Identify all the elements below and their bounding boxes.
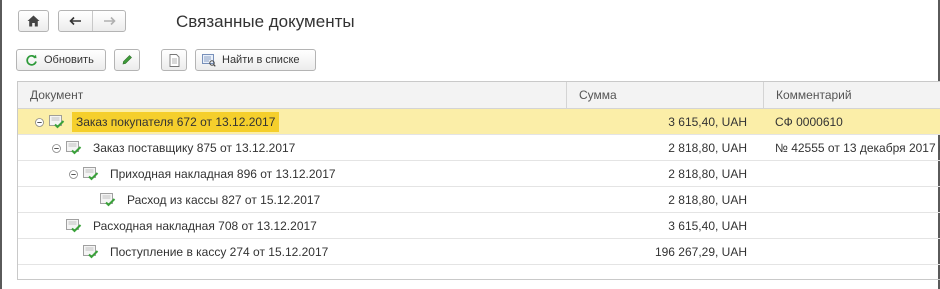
collapse-icon[interactable] bbox=[68, 169, 78, 179]
document-cell: Поступление в кассу 274 от 15.12.2017 bbox=[18, 239, 566, 264]
document-cell: Приходная накладная 896 от 13.12.2017 bbox=[18, 161, 566, 186]
find-in-list-button[interactable]: Найти в списке bbox=[195, 49, 316, 71]
column-header-document[interactable]: Документ bbox=[18, 82, 566, 108]
document-posted-icon bbox=[83, 245, 99, 259]
table-row[interactable]: Поступление в кассу 274 от 15.12.2017 196… bbox=[18, 239, 940, 265]
comment-cell: СФ 0000610 bbox=[775, 114, 843, 129]
sum-cell: 2 818,80, UAH bbox=[668, 166, 747, 181]
document-icon bbox=[169, 53, 179, 67]
table-row[interactable]: Расходная накладная 708 от 13.12.2017 3 6… bbox=[18, 213, 940, 239]
table-row[interactable]: Расход из кассы 827 от 15.12.2017 2 818,8… bbox=[18, 187, 940, 213]
collapse-icon[interactable] bbox=[51, 143, 61, 153]
history-navigation bbox=[58, 10, 126, 32]
document-posted-icon bbox=[66, 219, 82, 233]
table-body: Заказ покупателя 672 от 13.12.2017 3 615,… bbox=[18, 109, 940, 265]
table-row[interactable]: Приходная накладная 896 от 13.12.2017 2 8… bbox=[18, 161, 940, 187]
pencil-icon bbox=[122, 55, 132, 65]
arrow-right-icon bbox=[103, 16, 116, 26]
comment-cell bbox=[763, 187, 940, 212]
table-row[interactable]: Заказ поставщику 875 от 13.12.2017 2 818,… bbox=[18, 135, 940, 161]
back-button[interactable] bbox=[59, 11, 92, 31]
collapse-icon[interactable] bbox=[34, 117, 44, 127]
document-name: Заказ поставщику 875 от 13.12.2017 bbox=[93, 140, 296, 155]
document-posted-icon bbox=[83, 167, 99, 181]
column-header-comment[interactable]: Комментарий bbox=[763, 82, 940, 108]
related-documents-table: Документ Сумма Комментарий Заказ покупат… bbox=[17, 81, 940, 280]
document-cell: Заказ покупателя 672 от 13.12.2017 bbox=[18, 109, 566, 134]
comment-cell: № 42555 от 13 декабря 2017 г. bbox=[775, 140, 940, 155]
document-posted-icon bbox=[66, 141, 82, 155]
document-cell: Заказ поставщику 875 от 13.12.2017 bbox=[18, 135, 566, 160]
document-link[interactable]: Заказ покупателя 672 от 13.12.2017 bbox=[72, 109, 280, 134]
table-header: Документ Сумма Комментарий bbox=[18, 82, 940, 109]
sum-cell: 2 818,80, UAH bbox=[668, 192, 747, 207]
forward-button[interactable] bbox=[92, 11, 125, 31]
document-link[interactable]: Расходная накладная 708 от 13.12.2017 bbox=[93, 213, 317, 238]
document-link[interactable]: Приходная накладная 896 от 13.12.2017 bbox=[110, 161, 336, 186]
page-title: Связанные документы bbox=[176, 12, 355, 31]
comment-cell bbox=[763, 239, 940, 264]
document-name: Расход из кассы 827 от 15.12.2017 bbox=[127, 192, 321, 207]
comment-cell bbox=[763, 213, 940, 238]
window-left-border bbox=[0, 0, 2, 289]
refresh-icon bbox=[26, 54, 37, 66]
document-cell: Расходная накладная 708 от 13.12.2017 bbox=[18, 213, 566, 238]
find-in-list-icon bbox=[202, 53, 216, 67]
comment-cell bbox=[763, 161, 940, 186]
document-link[interactable]: Поступление в кассу 274 от 15.12.2017 bbox=[110, 239, 328, 264]
document-cell: Расход из кассы 827 от 15.12.2017 bbox=[18, 187, 566, 212]
table-row[interactable]: Заказ покупателя 672 от 13.12.2017 3 615,… bbox=[18, 109, 940, 135]
column-header-sum[interactable]: Сумма bbox=[566, 82, 763, 108]
refresh-button[interactable]: Обновить bbox=[16, 49, 106, 71]
edit-button[interactable] bbox=[114, 49, 140, 71]
refresh-label: Обновить bbox=[44, 54, 94, 66]
sum-cell: 196 267,29, UAH bbox=[654, 244, 747, 259]
document-name: Расходная накладная 708 от 13.12.2017 bbox=[93, 218, 317, 233]
document-name: Поступление в кассу 274 от 15.12.2017 bbox=[110, 244, 329, 259]
document-posted-icon bbox=[49, 115, 65, 129]
document-link[interactable]: Расход из кассы 827 от 15.12.2017 bbox=[127, 187, 320, 212]
document-name: Приходная накладная 896 от 13.12.2017 bbox=[110, 166, 336, 181]
sum-cell: 3 615,40, UAH bbox=[668, 218, 747, 233]
document-name: Заказ покупателя 672 от 13.12.2017 bbox=[72, 111, 280, 132]
document-posted-icon bbox=[100, 193, 116, 207]
home-icon bbox=[27, 15, 40, 27]
document-button[interactable] bbox=[161, 49, 187, 71]
find-in-list-label: Найти в списке bbox=[222, 54, 300, 66]
document-link[interactable]: Заказ поставщику 875 от 13.12.2017 bbox=[93, 135, 295, 160]
sum-cell: 3 615,40, UAH bbox=[668, 114, 747, 129]
arrow-left-icon bbox=[69, 16, 81, 26]
home-button[interactable] bbox=[18, 10, 49, 32]
sum-cell: 2 818,80, UAH bbox=[668, 140, 747, 155]
